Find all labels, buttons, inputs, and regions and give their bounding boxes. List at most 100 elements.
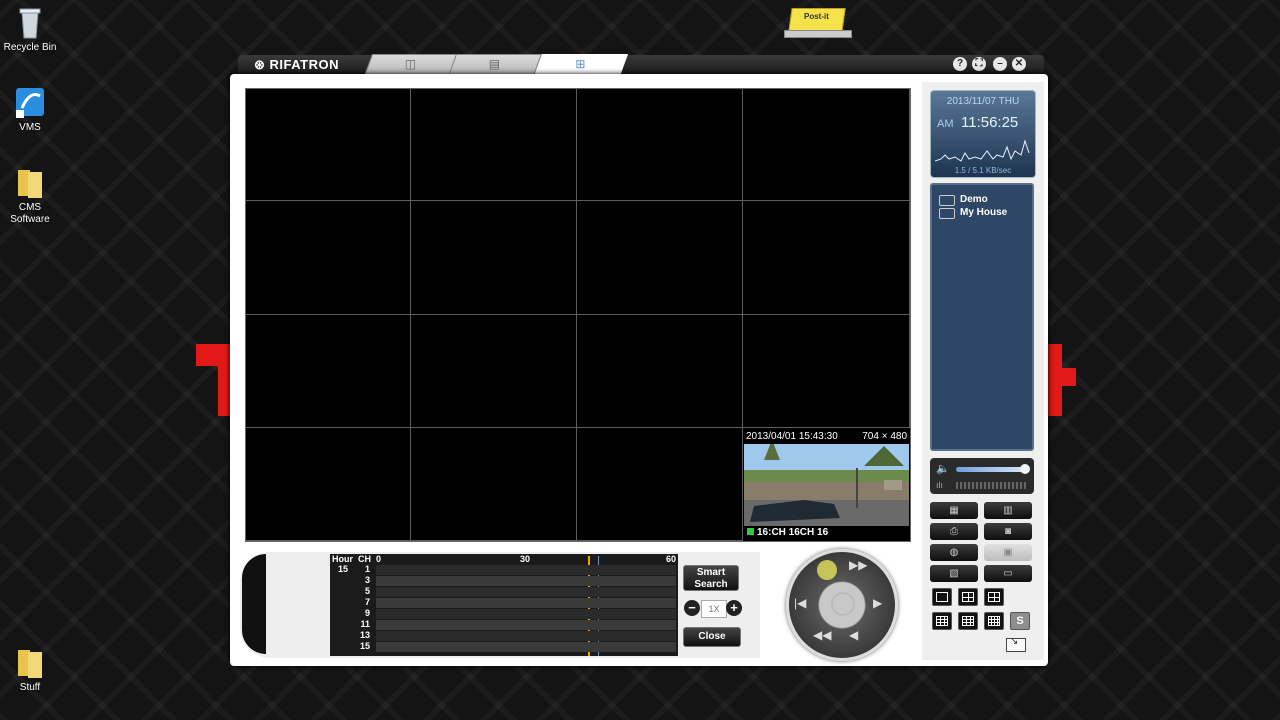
sequence-button[interactable]: S: [1010, 612, 1030, 630]
video-channel-12[interactable]: [743, 315, 910, 428]
logo-icon: ⊛: [254, 57, 266, 72]
save-button[interactable]: ▣: [984, 544, 1032, 561]
help-button[interactable]: ?: [953, 57, 967, 71]
video-channel-16[interactable]: 2013/04/01 15:43:30 704 × 480 16:CH 16CH…: [744, 430, 909, 540]
dvr-device-icon: [939, 195, 955, 206]
timeline-channel-row[interactable]: [376, 631, 676, 641]
vms-app-icon: [14, 86, 46, 120]
playback-jog-dial[interactable]: ▶▶ |◀ ▶ ◀◀ ◀: [786, 549, 898, 661]
layout-16-button[interactable]: [984, 612, 1004, 630]
timeline-channel-row[interactable]: [376, 609, 676, 619]
timeline-tick-label: 0: [376, 554, 382, 564]
volume-slider[interactable]: [956, 467, 1026, 472]
folder-icon: [14, 166, 46, 200]
device-icon: ▭: [1003, 568, 1013, 579]
video-channel-13[interactable]: [246, 428, 411, 541]
layout-4-button[interactable]: [958, 588, 978, 606]
desktop-icon-cms-software[interactable]: CMS Software: [0, 166, 60, 226]
audio-level-meter: [956, 482, 1026, 489]
timeline-channel-row[interactable]: [376, 576, 676, 586]
step-back-icon[interactable]: |◀: [794, 596, 806, 610]
timeline-channel-label: 3: [364, 575, 370, 585]
close-button[interactable]: Close: [683, 627, 741, 647]
layout-16-icon: [988, 616, 1000, 626]
site-item[interactable]: Demo: [932, 193, 1032, 206]
device-button[interactable]: ▭: [984, 565, 1032, 582]
video-channel-5[interactable]: [246, 201, 411, 315]
desktop-icon-label: CMS Software: [10, 202, 50, 225]
postit-gadget[interactable]: Post-it: [782, 6, 852, 38]
timeline-channel-row[interactable]: [376, 587, 676, 597]
background-graphic: [1048, 368, 1076, 386]
tab-live-view[interactable]: ◫: [363, 54, 459, 76]
layout-10-icon: [962, 616, 974, 626]
layout-4-icon: [962, 592, 974, 602]
video-timestamp: 2013/04/01 15:43:30: [746, 431, 838, 442]
fullscreen-button[interactable]: ⛶: [972, 57, 986, 71]
timeline-channel-row[interactable]: [376, 565, 676, 575]
timeline-channel-label: 7: [364, 597, 370, 607]
title-bar[interactable]: [238, 55, 1044, 75]
tab-dvr-setup[interactable]: ▤: [447, 54, 543, 76]
video-channel-4[interactable]: [743, 89, 910, 201]
video-channel-11[interactable]: [577, 315, 743, 428]
tab-search-playback[interactable]: ⊞: [533, 54, 629, 76]
timeline-tick-label: 60: [666, 554, 677, 564]
rewind-icon[interactable]: ◀◀: [813, 628, 831, 642]
layout-1-button[interactable]: [932, 588, 952, 606]
smart-search-button[interactable]: Smart Search: [683, 565, 739, 591]
palette-icon: ◍: [949, 547, 959, 558]
setup-button[interactable]: ▦: [930, 502, 978, 519]
edit-icon: ▧: [949, 568, 959, 579]
layout-10-button[interactable]: [958, 612, 978, 630]
dvr-icon: ▤: [488, 57, 501, 71]
video-channel-9[interactable]: [246, 315, 411, 428]
site-item[interactable]: My House: [932, 206, 1032, 219]
book-icon: ▥: [1003, 505, 1013, 516]
minimize-button[interactable]: –: [993, 57, 1007, 71]
edit-button[interactable]: ▧: [930, 565, 978, 582]
desktop-icon-label: Stuff: [19, 682, 41, 693]
video-channel-1[interactable]: [246, 89, 411, 201]
video-channel-3[interactable]: [577, 89, 743, 201]
log-button[interactable]: ▥: [984, 502, 1032, 519]
snapshot-button[interactable]: ◙: [984, 523, 1032, 540]
recycle-bin-icon: [14, 6, 46, 40]
video-channel-10[interactable]: [411, 315, 577, 428]
video-channel-6[interactable]: [411, 201, 577, 315]
close-window-button[interactable]: ✕: [1012, 57, 1026, 71]
desktop-icon-label: Recycle Bin: [3, 42, 57, 53]
signal-level-icon: ılı: [936, 480, 944, 490]
layout-6-button[interactable]: [984, 588, 1004, 606]
volume-slider-handle[interactable]: [1020, 464, 1030, 474]
video-channel-8[interactable]: [743, 201, 910, 315]
timeline-channel-row[interactable]: [376, 598, 676, 608]
record-status-icon: [747, 528, 754, 535]
reverse-play-icon[interactable]: ◀: [849, 628, 858, 642]
speed-decrease-button[interactable]: −: [684, 600, 700, 616]
network-rate: 1.5 / 5.1 KB/sec: [954, 166, 1012, 175]
site-list[interactable]: Demo My House: [930, 183, 1034, 451]
desktop-icon-vms[interactable]: VMS: [0, 86, 60, 134]
video-channel-15[interactable]: [577, 428, 743, 541]
volume-panel: 🔈 ılı: [930, 458, 1034, 494]
clock-ampm: AM: [937, 118, 954, 130]
timeline-hour-header: Hour: [332, 554, 353, 564]
fast-forward-icon[interactable]: ▶▶: [849, 558, 867, 572]
video-channel-2[interactable]: [411, 89, 577, 201]
timeline-channel-row[interactable]: [376, 620, 676, 630]
timeline-channel-row[interactable]: [376, 642, 676, 652]
timeline[interactable]: Hour CH 15 0 30 60 1 3 5 7 9 11 13 15: [330, 554, 678, 656]
step-forward-icon[interactable]: ▶: [873, 596, 882, 610]
speed-value: 1X: [701, 600, 727, 618]
resize-window-button[interactable]: ↘: [1006, 636, 1026, 652]
video-channel-14[interactable]: [411, 428, 577, 541]
desktop-icon-stuff[interactable]: Stuff: [0, 646, 60, 694]
video-channel-7[interactable]: [577, 201, 743, 315]
pause-button[interactable]: [831, 592, 855, 616]
print-button[interactable]: ⎙: [930, 523, 978, 540]
speed-increase-button[interactable]: +: [726, 600, 742, 616]
desktop-icon-recycle-bin[interactable]: Recycle Bin: [0, 6, 60, 54]
color-settings-button[interactable]: ◍: [930, 544, 978, 561]
layout-9-button[interactable]: [932, 612, 952, 630]
